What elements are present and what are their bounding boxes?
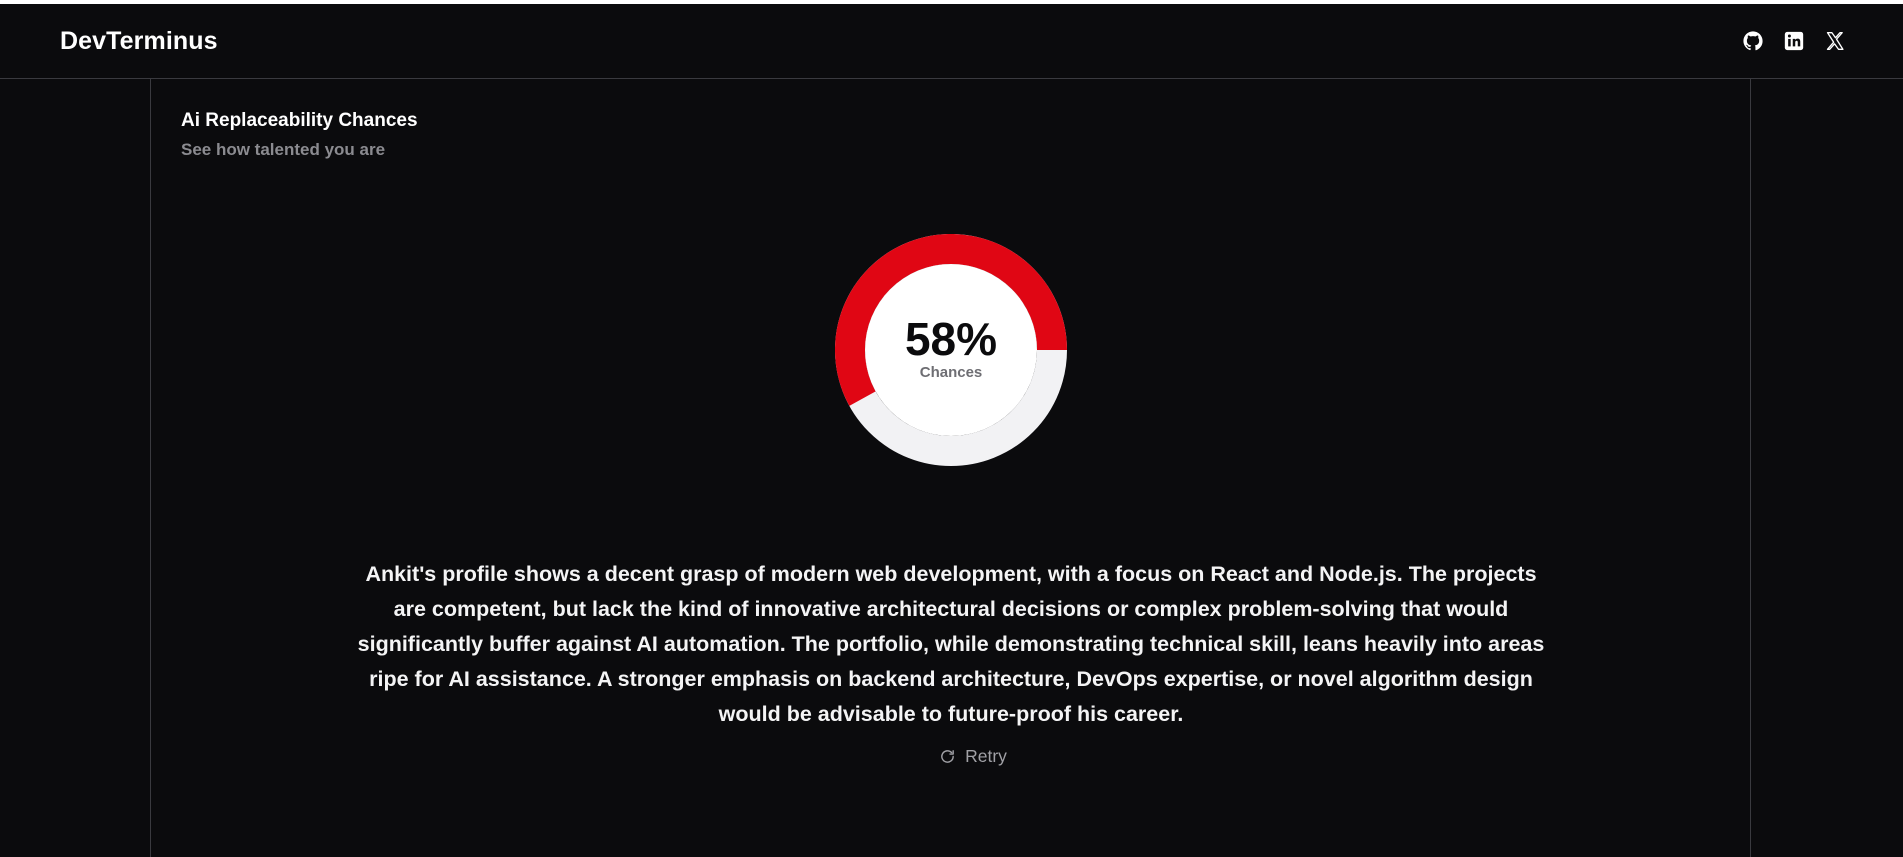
- main-panel: Ai Replaceability Chances See how talent…: [150, 79, 1751, 857]
- gauge-center: 58% Chances: [835, 234, 1067, 466]
- gauge-label: Chances: [919, 363, 983, 381]
- section-title: Ai Replaceability Chances: [181, 110, 418, 131]
- retry-label: Retry: [965, 745, 1007, 766]
- refresh-icon: [941, 749, 954, 763]
- navbar: DevTerminus: [0, 4, 1903, 79]
- gauge-value: 58%: [904, 312, 998, 365]
- social-links: [1742, 30, 1845, 51]
- brand-logo[interactable]: DevTerminus: [60, 27, 218, 56]
- retry-button[interactable]: Retry: [908, 741, 1038, 771]
- section-subtitle: See how talented you are: [181, 140, 386, 159]
- linkedin-icon[interactable]: [1783, 30, 1804, 51]
- analysis-text: Ankit's profile shows a decent grasp of …: [357, 561, 1545, 726]
- x-icon[interactable]: [1824, 30, 1845, 51]
- github-icon[interactable]: [1742, 30, 1763, 51]
- score-gauge: 58% Chances: [835, 234, 1067, 466]
